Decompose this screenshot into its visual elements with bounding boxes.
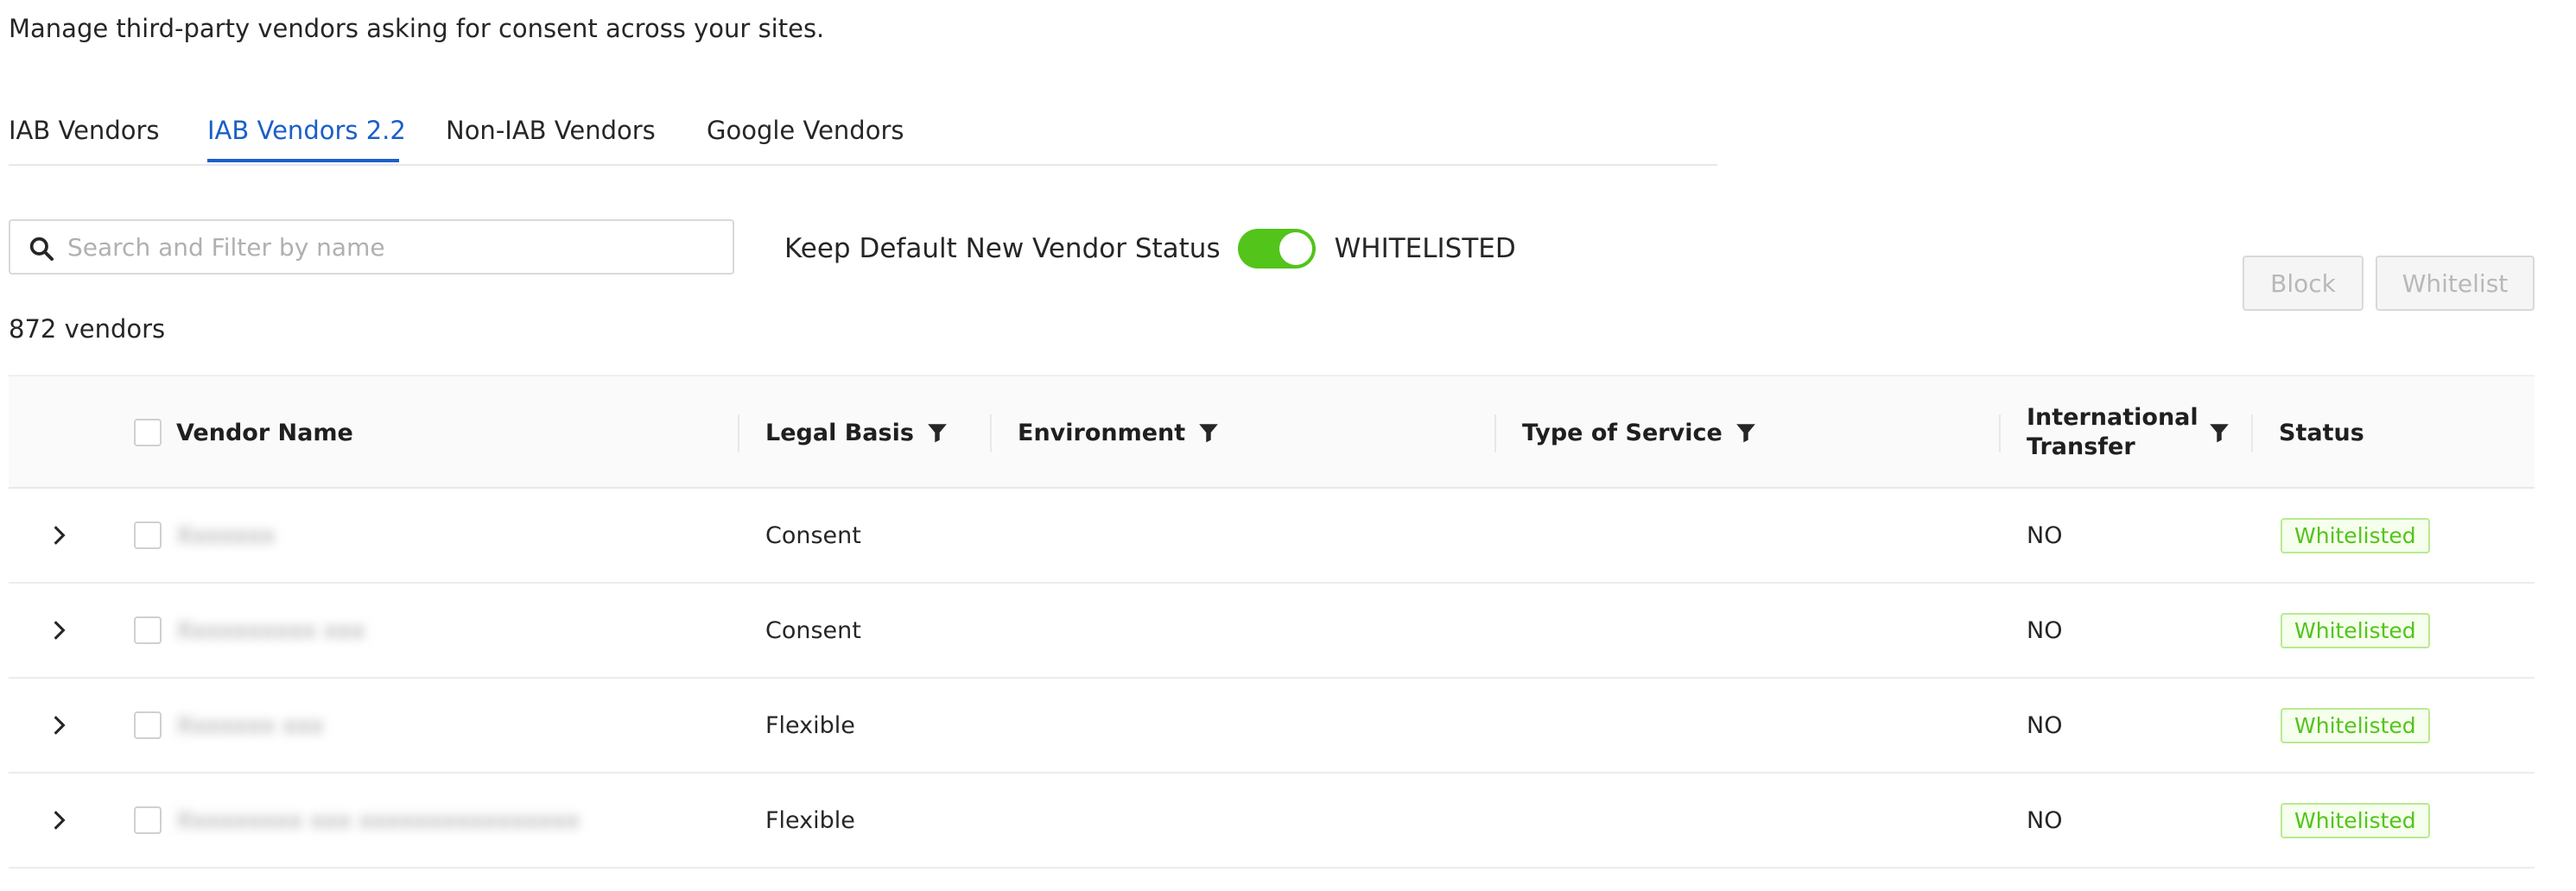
header-status: Status <box>2279 419 2364 446</box>
table-row: Xxxxxxx xxx Flexible NO Whitelisted <box>9 679 2535 774</box>
header-vendor-name[interactable]: Vendor Name <box>176 376 353 489</box>
international-transfer: NO <box>2027 521 2063 549</box>
page-subtitle: Manage third-party vendors asking for co… <box>9 14 825 43</box>
column-divider <box>1999 414 2001 452</box>
filter-icon[interactable] <box>1197 420 1220 445</box>
filter-icon[interactable] <box>926 420 949 445</box>
row-checkbox[interactable] <box>134 806 162 834</box>
tab-non-iab-vendors[interactable]: Non-IAB Vendors <box>446 116 656 145</box>
row-checkbox-cell <box>134 584 162 677</box>
column-divider <box>738 414 739 452</box>
status-cell: Whitelisted <box>2281 679 2430 772</box>
header-type-of-service-label: Type of Service <box>1522 419 1723 446</box>
header-legal-basis-label: Legal Basis <box>765 419 914 446</box>
status-cell: Whitelisted <box>2281 584 2430 677</box>
header-legal-basis: Legal Basis <box>765 376 949 489</box>
legal-basis: Flexible <box>765 711 855 739</box>
table-row: Xxxxxxxxx xxx xxxxxxxxxxxxxxxx Flexible … <box>9 774 2535 869</box>
select-all-cell <box>134 376 162 489</box>
search-input[interactable] <box>67 228 724 266</box>
status-badge: Whitelisted <box>2281 707 2430 743</box>
whitelist-button[interactable]: Whitelist <box>2376 256 2535 311</box>
header-environment-label: Environment <box>1018 419 1186 446</box>
row-checkbox-cell <box>134 679 162 772</box>
legal-basis: Consent <box>765 616 861 644</box>
international-transfer: NO <box>2027 711 2063 739</box>
default-status-value: WHITELISTED <box>1334 233 1516 264</box>
default-status-toggle[interactable] <box>1237 229 1316 269</box>
vendors-table: Vendor Name Legal Basis Environment Type… <box>9 375 2535 869</box>
active-tab-indicator <box>207 159 399 162</box>
header-international-transfer-label: International Transfer <box>2027 404 2198 460</box>
column-divider <box>1494 414 1496 452</box>
header-environment: Environment <box>1018 376 1220 489</box>
table-header: Vendor Name Legal Basis Environment Type… <box>9 375 2535 489</box>
row-checkbox-cell <box>134 489 162 582</box>
vendor-name: Xxxxxxxxx xxx xxxxxxxxxxxxxxxx <box>176 806 581 834</box>
row-checkbox[interactable] <box>134 711 162 739</box>
vendor-tabs: IAB Vendors IAB Vendors 2.2 Non-IAB Vend… <box>9 107 1717 166</box>
vendor-name: Xxxxxxxxxx xxx <box>176 616 365 644</box>
tab-iab-vendors[interactable]: IAB Vendors <box>9 116 160 145</box>
expand-row-icon[interactable] <box>40 774 78 867</box>
tab-google-vendors[interactable]: Google Vendors <box>707 116 904 145</box>
international-transfer: NO <box>2027 806 2063 834</box>
header-type-of-service: Type of Service <box>1522 376 1757 489</box>
row-checkbox-cell <box>134 774 162 867</box>
status-badge: Whitelisted <box>2281 802 2430 838</box>
status-badge: Whitelisted <box>2281 517 2430 553</box>
default-vendor-status: Keep Default New Vendor Status WHITELIST… <box>784 229 1516 269</box>
default-status-label: Keep Default New Vendor Status <box>784 233 1221 264</box>
status-badge: Whitelisted <box>2281 612 2430 648</box>
column-divider <box>2251 414 2253 452</box>
expand-row-icon[interactable] <box>40 489 78 582</box>
international-transfer: NO <box>2027 616 2063 644</box>
block-button[interactable]: Block <box>2243 256 2363 311</box>
status-cell: Whitelisted <box>2281 774 2430 867</box>
search-icon <box>29 237 54 261</box>
expand-row-icon[interactable] <box>40 584 78 677</box>
vendor-name: Xxxxxxx <box>176 521 276 549</box>
legal-basis: Flexible <box>765 806 855 834</box>
table-row: Xxxxxxxxxx xxx Consent NO Whitelisted <box>9 584 2535 679</box>
toggle-knob <box>1278 232 1312 265</box>
filter-icon[interactable] <box>1735 420 1757 445</box>
status-cell: Whitelisted <box>2281 489 2430 582</box>
vendor-name: Xxxxxxx xxx <box>176 711 324 739</box>
column-divider <box>990 414 992 452</box>
table-row: Xxxxxxx Consent NO Whitelisted <box>9 489 2535 584</box>
row-checkbox[interactable] <box>134 521 162 549</box>
search-box <box>9 219 734 275</box>
vendor-count: 872 vendors <box>9 314 166 344</box>
legal-basis: Consent <box>765 521 861 549</box>
row-checkbox[interactable] <box>134 616 162 644</box>
expand-row-icon[interactable] <box>40 679 78 772</box>
filter-icon[interactable] <box>2208 420 2230 445</box>
tab-iab-vendors-2-2[interactable]: IAB Vendors 2.2 <box>207 116 406 145</box>
header-international-transfer: International Transfer <box>2027 376 2230 489</box>
select-all-checkbox[interactable] <box>134 419 162 446</box>
